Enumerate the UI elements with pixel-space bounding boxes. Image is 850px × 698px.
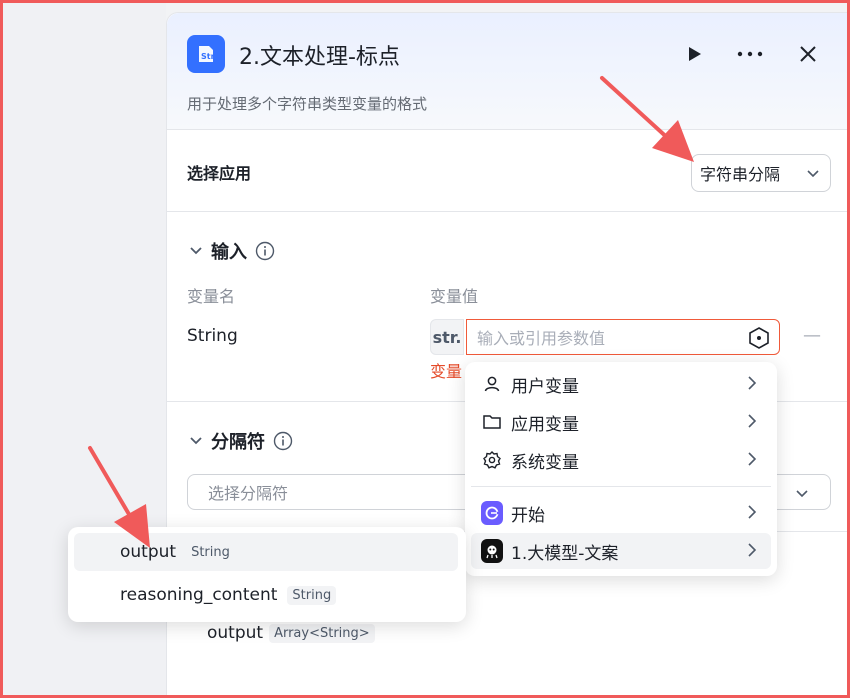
output-variable: output Array<String> bbox=[207, 623, 375, 643]
chevron-right-icon bbox=[748, 543, 757, 557]
variable-value-input[interactable]: 输入或引用参数值 bbox=[466, 319, 780, 355]
chevron-right-icon bbox=[748, 414, 757, 428]
menu-item-label: 用户变量 bbox=[511, 376, 579, 397]
menu-item-label: 1.大模型-文案 bbox=[511, 543, 619, 564]
node-description: 用于处理多个字符串类型变量的格式 bbox=[187, 95, 428, 113]
output-option-type: String bbox=[186, 542, 235, 562]
column-header-value: 变量值 bbox=[430, 287, 479, 306]
more-button[interactable] bbox=[735, 39, 765, 69]
menu-item-app-variables[interactable]: 应用变量 bbox=[471, 404, 771, 440]
menu-item-user-variables[interactable]: 用户变量 bbox=[471, 366, 771, 402]
output-option[interactable]: reasoning_content String bbox=[74, 576, 458, 614]
user-icon bbox=[481, 373, 503, 395]
output-option-type: String bbox=[287, 585, 337, 605]
divider bbox=[167, 211, 850, 212]
menu-item-llm-node[interactable]: 1.大模型-文案 bbox=[471, 533, 771, 569]
chevron-down-icon bbox=[190, 247, 202, 255]
run-button[interactable] bbox=[679, 39, 709, 69]
menu-item-system-variables[interactable]: 系统变量 bbox=[471, 442, 771, 478]
column-header-name: 变量名 bbox=[187, 287, 236, 306]
chevron-down-icon bbox=[807, 170, 819, 178]
menu-item-label: 开始 bbox=[511, 505, 545, 526]
chevron-down-icon bbox=[796, 490, 808, 498]
separator-placeholder: 选择分隔符 bbox=[208, 484, 289, 503]
input-section-title: 输入 bbox=[211, 242, 247, 263]
more-icon bbox=[737, 51, 763, 57]
llm-node-icon bbox=[481, 539, 503, 563]
app-select-label: 选择应用 bbox=[187, 164, 252, 183]
remove-variable-button[interactable]: — bbox=[803, 325, 821, 346]
output-name: output bbox=[207, 623, 264, 643]
chevron-right-icon bbox=[748, 505, 757, 519]
output-option-name: reasoning_content bbox=[120, 585, 278, 605]
menu-item-start-node[interactable]: 开始 bbox=[471, 495, 771, 531]
node-title[interactable]: 2.文本处理-标点 bbox=[239, 39, 400, 71]
folder-icon bbox=[481, 411, 503, 433]
start-node-icon bbox=[481, 501, 503, 525]
menu-item-label: 系统变量 bbox=[511, 452, 579, 473]
reference-icon bbox=[749, 327, 769, 349]
input-section-header[interactable]: 输入 bbox=[189, 238, 275, 264]
close-icon bbox=[800, 46, 816, 62]
info-icon bbox=[273, 431, 293, 451]
variable-name: String bbox=[187, 326, 238, 346]
info-icon bbox=[255, 241, 275, 261]
type-selector[interactable]: str. bbox=[430, 319, 464, 355]
chevron-right-icon bbox=[748, 452, 757, 466]
gear-icon bbox=[481, 449, 503, 471]
variable-value-placeholder: 输入或引用参数值 bbox=[477, 329, 606, 348]
separator-section-header[interactable]: 分隔符 bbox=[189, 428, 293, 454]
output-option-name: output bbox=[120, 542, 177, 562]
separator-section-title: 分隔符 bbox=[211, 432, 265, 453]
run-icon bbox=[689, 47, 701, 61]
app-select-value: 字符串分隔 bbox=[700, 165, 781, 184]
chevron-down-icon bbox=[190, 437, 202, 445]
str-node-icon: Str bbox=[187, 35, 225, 73]
divider bbox=[167, 129, 850, 130]
app-select[interactable]: 字符串分隔 bbox=[691, 154, 831, 192]
validation-error: 变量 bbox=[430, 362, 463, 381]
menu-divider bbox=[471, 486, 771, 487]
menu-item-label: 应用变量 bbox=[511, 414, 579, 435]
str-node-icon-text: Str bbox=[201, 52, 215, 61]
output-type-badge: Array<String> bbox=[269, 623, 375, 643]
close-button[interactable] bbox=[793, 39, 823, 69]
output-option[interactable]: output String bbox=[74, 533, 458, 571]
chevron-right-icon bbox=[748, 376, 757, 390]
node-output-submenu: output String reasoning_content String bbox=[68, 527, 466, 622]
reference-menu: 用户变量 应用变量 系统变量 开始 1.大模型-文案 bbox=[465, 362, 777, 576]
